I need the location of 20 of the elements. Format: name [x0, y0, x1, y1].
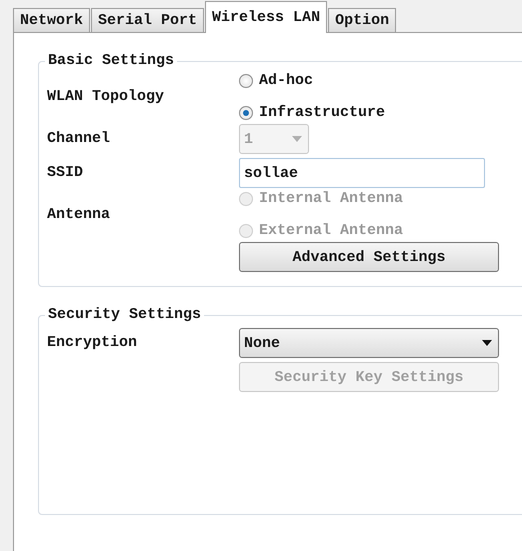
- caret-icon: [482, 340, 492, 346]
- field-label: Encryption: [47, 334, 138, 351]
- radio-button[interactable]: [239, 106, 253, 120]
- tab[interactable]: Option: [328, 8, 396, 32]
- input-field[interactable]: sollae: [239, 158, 485, 188]
- radio-button[interactable]: [239, 74, 253, 88]
- radio-label[interactable]: Ad-hoc: [259, 72, 314, 90]
- group-title: Security Settings: [45, 306, 204, 324]
- radio-label[interactable]: Infrastructure: [259, 104, 386, 122]
- settings-button[interactable]: Advanced Settings: [239, 242, 499, 272]
- field-label: SSID: [47, 164, 84, 181]
- field-label: Antenna: [47, 206, 110, 223]
- dropdown[interactable]: None: [239, 328, 499, 358]
- field-label: Channel: [47, 130, 110, 147]
- tab[interactable]: Wireless LAN: [205, 1, 328, 33]
- caret-icon: [292, 136, 302, 142]
- tab[interactable]: Serial Port: [91, 8, 204, 32]
- group-title: Basic Settings: [45, 52, 178, 70]
- tab[interactable]: Network: [13, 8, 90, 32]
- field-label: WLAN Topology: [47, 88, 164, 105]
